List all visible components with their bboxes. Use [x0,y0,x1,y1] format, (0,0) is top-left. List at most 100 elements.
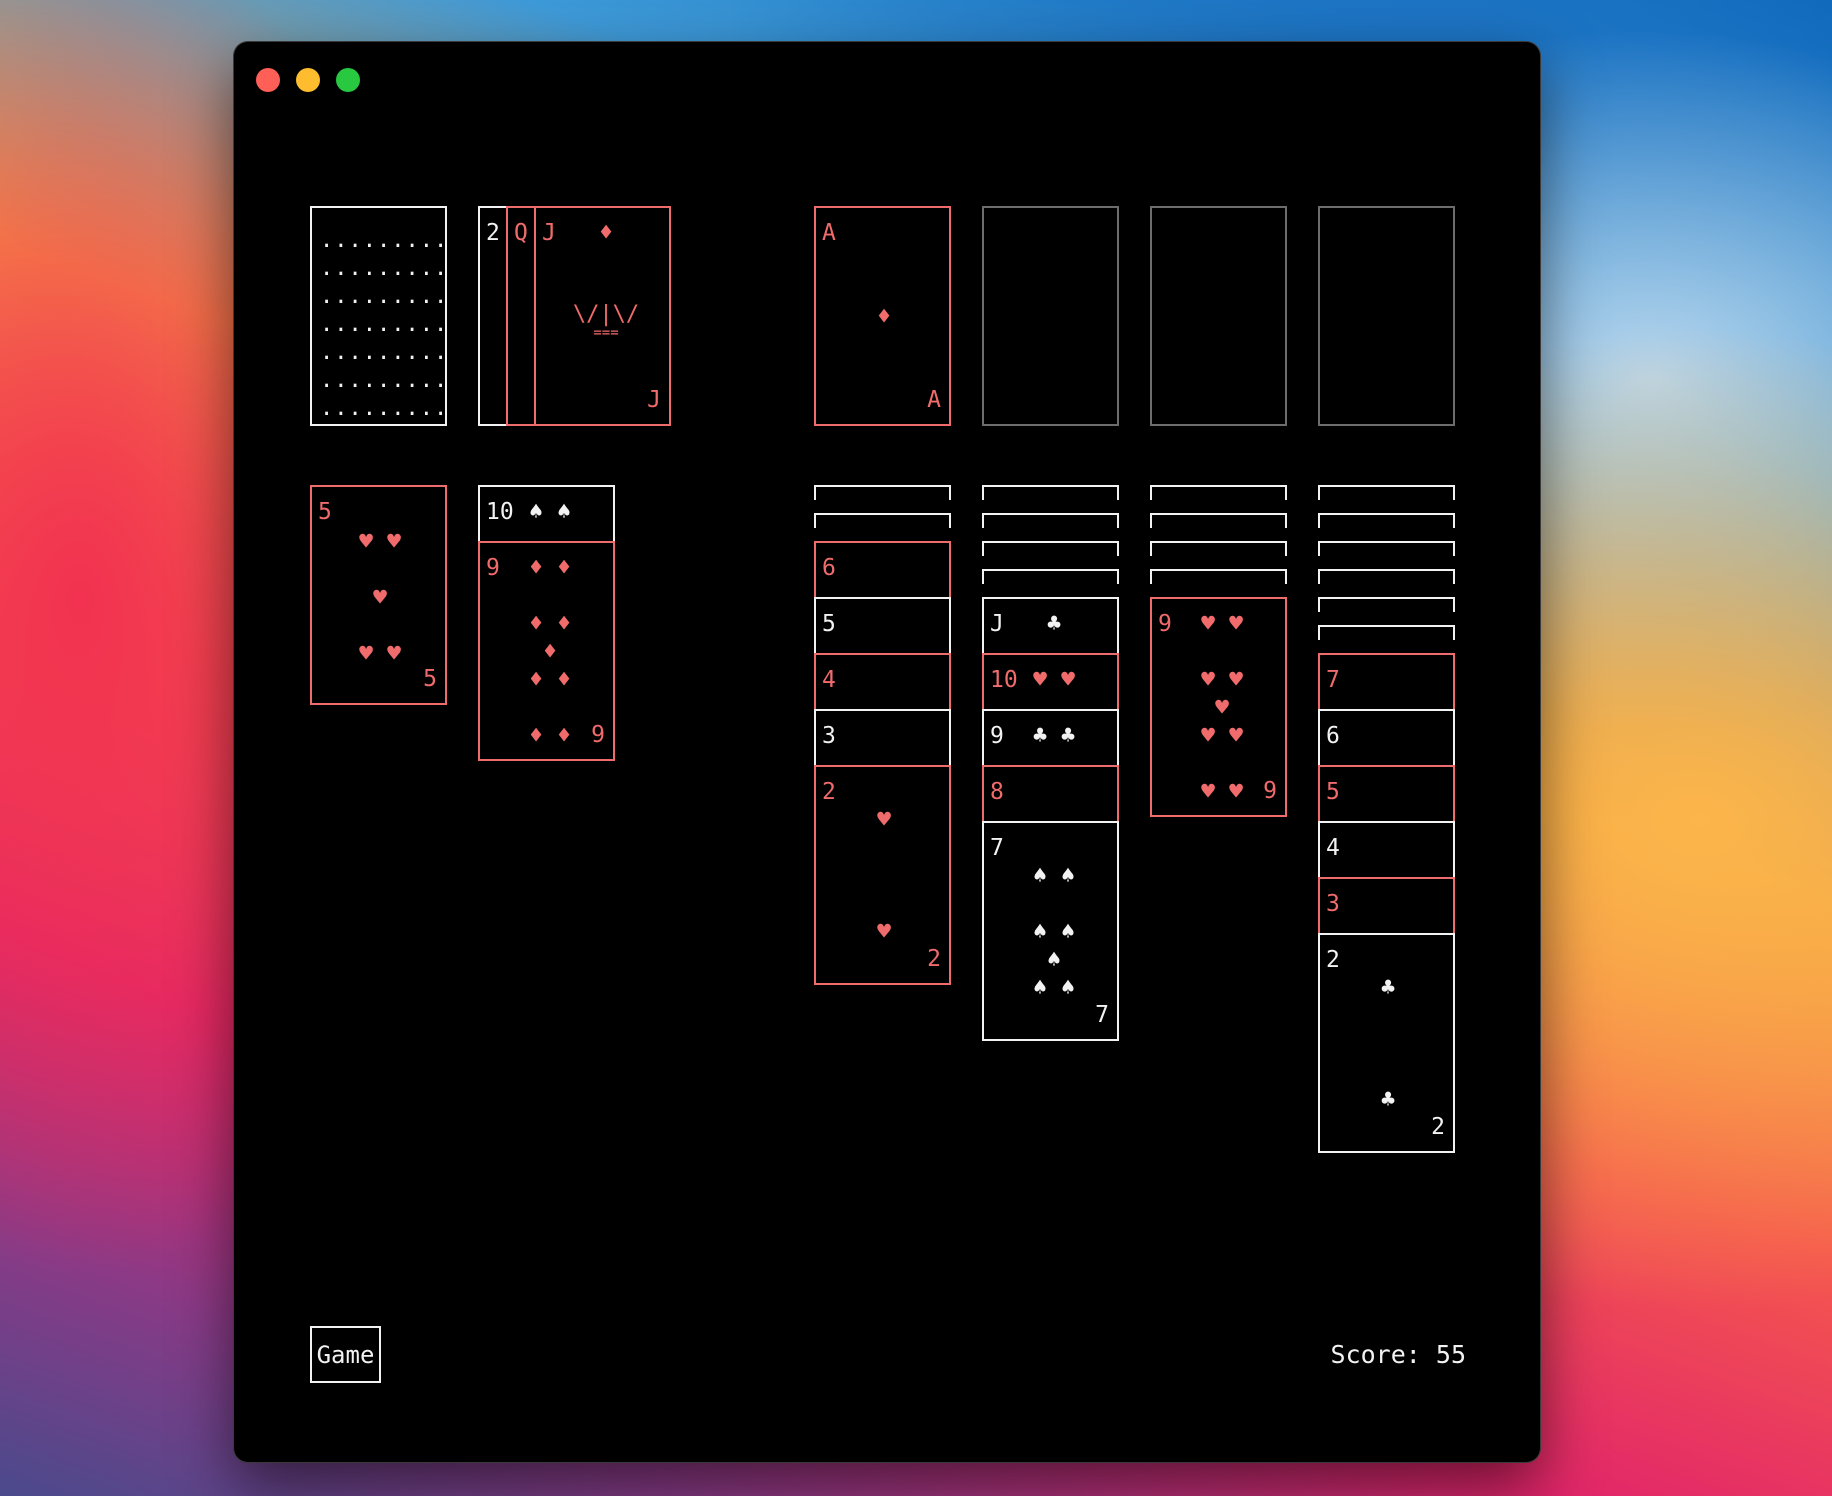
maximize-button[interactable] [336,68,360,92]
foundation-4[interactable] [1318,206,1455,426]
solitaire-window: ......... ......... ......... ......... … [234,42,1540,1462]
card-rank: 8 [990,779,1004,805]
tableau-card[interactable]: 6 [1318,709,1455,765]
tableau-card[interactable]: 10 ♥ ♥ [982,653,1119,709]
tableau-card[interactable]: 8 [982,765,1119,821]
heart-icon: ♥ [1061,667,1075,693]
tableau-card[interactable]: 5 [814,597,951,653]
jack-face-art: === [593,325,619,341]
card-rank: 9 [1263,778,1277,804]
face-down-card[interactable] [1150,485,1287,500]
diamond-icon: ♦ [557,723,571,749]
stock-pile[interactable]: ......... ......... ......... ......... … [310,206,447,426]
card-rank: 9 [486,555,500,581]
card-back-pattern: ......... [320,256,449,281]
spade-icon: ♠ [1061,863,1075,889]
card-back-pattern: ......... [320,284,449,309]
face-down-card[interactable] [982,485,1119,500]
card-back-pattern: ......... [320,368,449,393]
heart-icon: ♥ [1033,667,1047,693]
tableau-card[interactable]: 3 [1318,877,1455,933]
heart-icon: ♥ [1201,611,1215,637]
tableau-card[interactable]: 2 ♣ ♣ 2 [1318,933,1455,1153]
card-back-pattern: ......... [320,396,449,421]
tableau-card[interactable]: 5 [1318,765,1455,821]
close-button[interactable] [256,68,280,92]
tableau-card[interactable]: 9 ♥ ♥ ♥ ♥ ♥ ♥ ♥ ♥ ♥ 9 [1150,597,1287,817]
face-down-card[interactable] [1150,569,1287,584]
face-down-card[interactable] [1318,597,1455,612]
tableau-card[interactable]: J ♣ [982,597,1119,653]
heart-icon: ♥ [877,807,891,833]
face-down-card[interactable] [814,485,951,500]
card-rank: 6 [1326,723,1340,749]
tableau-card[interactable]: 7 [1318,653,1455,709]
spade-icon: ♠ [529,499,543,525]
foundation-2[interactable] [982,206,1119,426]
face-down-card[interactable] [1318,541,1455,556]
minimize-button[interactable] [296,68,320,92]
card-rank: A [927,387,941,413]
diamond-icon: ♦ [599,220,613,246]
face-down-card[interactable] [982,569,1119,584]
heart-icon: ♥ [877,919,891,945]
card-rank: A [822,220,836,246]
face-down-card[interactable] [982,513,1119,528]
tableau-card[interactable]: 7 ♠ ♠ ♠ ♠ ♠ ♠ ♠ 7 [982,821,1119,1041]
face-down-card[interactable] [1318,513,1455,528]
card-rank: 7 [1095,1002,1109,1028]
diamond-icon: ♦ [877,304,891,330]
heart-icon: ♥ [373,585,387,611]
card-rank: 5 [423,666,437,692]
card-rank: 3 [1326,891,1340,917]
tableau-card[interactable]: 3 [814,709,951,765]
diamond-icon: ♦ [543,639,557,665]
spade-icon: ♠ [1033,975,1047,1001]
card-rank: 10 [990,667,1018,693]
spade-icon: ♠ [1061,975,1075,1001]
face-down-card[interactable] [982,541,1119,556]
club-icon: ♣ [1061,723,1075,749]
tableau-card[interactable]: 10 ♠ ♠ [478,485,615,541]
card-rank: J [990,611,1004,637]
diamond-icon: ♦ [557,611,571,637]
club-icon: ♣ [1033,723,1047,749]
tableau-card[interactable]: 9 ♦ ♦ ♦ ♦ ♦ ♦ ♦ ♦ ♦ 9 [478,541,615,761]
diamond-icon: ♦ [557,555,571,581]
tableau-card[interactable]: 5 ♥ ♥ ♥ ♥ ♥ 5 [310,485,447,705]
spade-icon: ♠ [1061,919,1075,945]
tableau-card[interactable]: 6 [814,541,951,597]
card-rank: 2 [1326,947,1340,973]
face-down-card[interactable] [1150,513,1287,528]
face-down-card[interactable] [1318,485,1455,500]
tableau-card[interactable]: 9 ♣ ♣ [982,709,1119,765]
heart-icon: ♥ [387,529,401,555]
score-label: Score: 55 [1330,1340,1466,1369]
club-icon: ♣ [1381,975,1395,1001]
card-rank: 7 [1326,667,1340,693]
heart-icon: ♥ [1201,779,1215,805]
heart-icon: ♥ [1229,667,1243,693]
card-rank: 2 [486,220,500,246]
face-down-card[interactable] [1318,569,1455,584]
spade-icon: ♠ [557,499,571,525]
foundation-1[interactable]: A ♦ A [814,206,951,426]
tableau-card[interactable]: 2 ♥ ♥ 2 [814,765,951,985]
tableau-card[interactable]: 4 [814,653,951,709]
foundation-3[interactable] [1150,206,1287,426]
card-rank: 5 [822,611,836,637]
card-rank: 5 [1326,779,1340,805]
card-rank: 9 [591,722,605,748]
game-menu-button[interactable]: Game [310,1326,381,1383]
card-rank: 4 [1326,835,1340,861]
diamond-icon: ♦ [529,611,543,637]
heart-icon: ♥ [1201,667,1215,693]
face-down-card[interactable] [1318,625,1455,640]
face-down-card[interactable] [814,513,951,528]
heart-icon: ♥ [359,529,373,555]
face-down-card[interactable] [1150,541,1287,556]
diamond-icon: ♦ [529,555,543,581]
tableau-card[interactable]: 4 [1318,821,1455,877]
waste-top-card[interactable]: J ♦ \/|\/ === J [534,206,671,426]
card-rank: 2 [822,779,836,805]
